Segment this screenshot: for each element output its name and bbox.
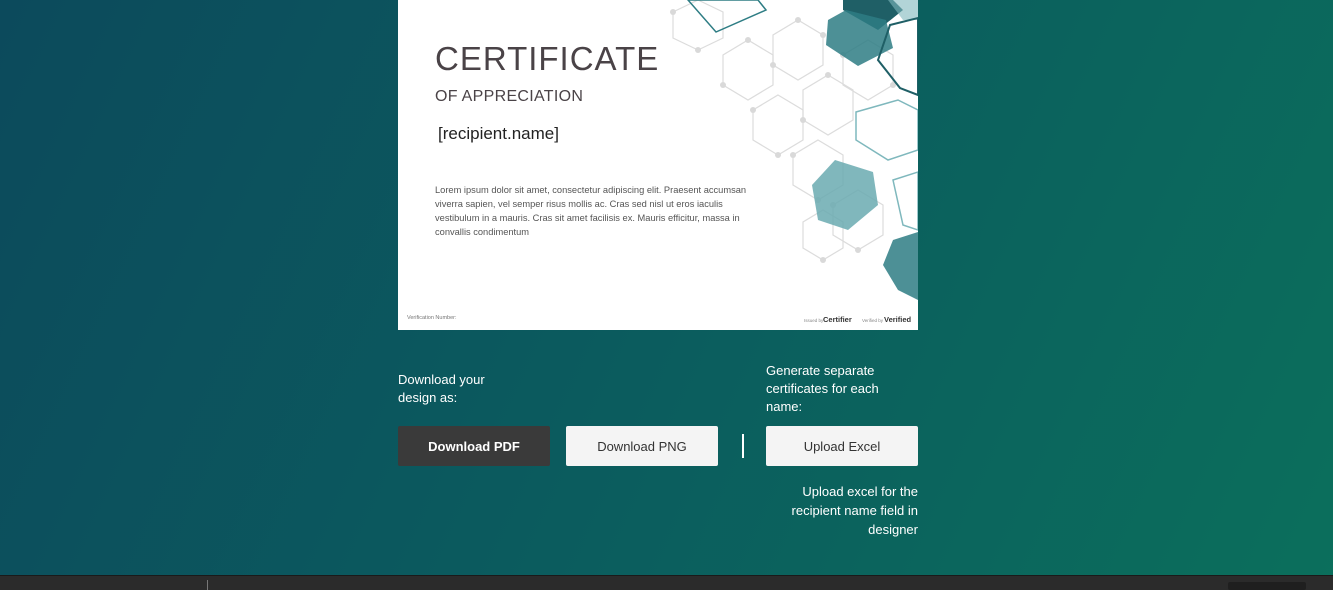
- generate-label: Generate separate certificates for each …: [766, 363, 879, 414]
- certificate-title: CERTIFICATE: [435, 40, 660, 77]
- upload-excel-button[interactable]: Upload Excel: [766, 426, 918, 466]
- verified-by-label: Verified by: [862, 318, 884, 323]
- certificate-preview: CERTIFICATE OF APPRECIATION [recipient.n…: [398, 0, 918, 330]
- upload-excel-hint: Upload excel for the recipient name fiel…: [791, 484, 918, 537]
- download-pdf-button[interactable]: Download PDF: [398, 426, 550, 466]
- verification-number-label: Verification Number:: [407, 315, 457, 321]
- certificate-body-text: Lorem ipsum dolor sit amet, consectetur …: [435, 185, 747, 237]
- download-png-button[interactable]: Download PNG: [566, 426, 718, 466]
- certificate-subtitle: OF APPRECIATION: [435, 88, 584, 105]
- bottom-toolbar: [0, 575, 1333, 590]
- verified-logo: Verified: [884, 315, 912, 324]
- download-label: Download your design as:: [398, 372, 485, 405]
- button-divider: [742, 434, 744, 458]
- recipient-name-placeholder: [recipient.name]: [438, 124, 559, 143]
- issued-by-label: Issued by: [804, 318, 824, 323]
- certifier-logo: Certifier: [823, 315, 852, 324]
